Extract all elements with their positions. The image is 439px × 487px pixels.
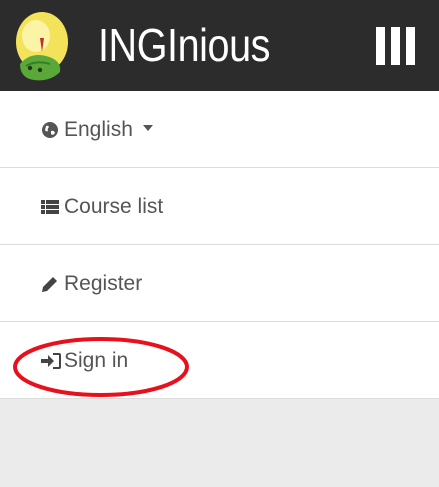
sign-in-icon — [41, 352, 61, 370]
caret-down-icon — [142, 125, 153, 132]
menu-item-course-list[interactable]: Course list — [0, 168, 439, 245]
menu-item-sign-in[interactable]: Sign in — [0, 322, 439, 399]
language-label: English — [64, 118, 133, 141]
menu-item-register[interactable]: Register — [0, 245, 439, 322]
page: INGInious English Course list Register S… — [0, 0, 439, 487]
register-label: Register — [64, 272, 143, 295]
navbar: INGInious — [0, 0, 439, 91]
brand-title[interactable]: INGInious — [98, 14, 270, 76]
course-list-label: Course list — [64, 195, 164, 218]
pencil-icon — [41, 275, 59, 293]
inginious-logo-icon[interactable] — [6, 8, 78, 84]
language-dropdown[interactable]: English — [0, 91, 439, 168]
nav-menu: English Course list Register Sign in — [0, 91, 439, 399]
globe-icon — [41, 121, 59, 139]
sign-in-label: Sign in — [64, 349, 129, 372]
list-icon — [41, 198, 59, 216]
menu-toggle-icon[interactable] — [376, 27, 422, 65]
